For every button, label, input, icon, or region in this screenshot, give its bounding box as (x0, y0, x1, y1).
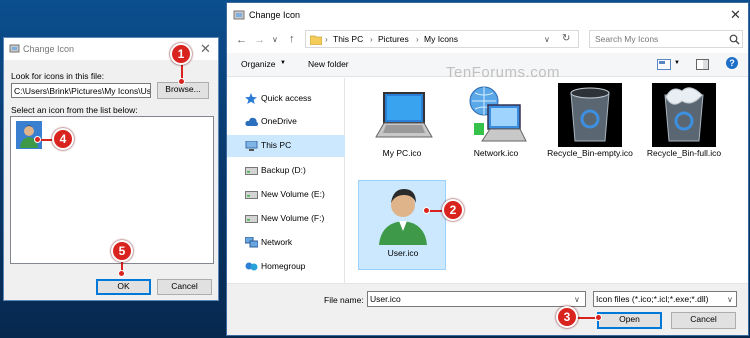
address-dropdown-icon[interactable]: ∨ (544, 35, 550, 44)
nav-item-quick-access[interactable]: Quick access (227, 88, 345, 110)
homegroup-icon (245, 262, 258, 271)
breadcrumb-separator-icon: › (325, 35, 328, 44)
file-item-user[interactable]: User.ico (358, 180, 446, 270)
file-type-dropdown-icon[interactable]: ∨ (727, 295, 733, 304)
callout-dot (34, 136, 41, 143)
open-file-dialog: Change Icon ✕ ← → ∨ ↑ › This PC › Pictur… (226, 2, 749, 336)
view-dropdown-icon[interactable]: ▼ (674, 60, 680, 66)
refresh-icon[interactable]: ↻ (562, 33, 570, 44)
list-label: Select an icon from the list below: (11, 105, 138, 115)
ok-button[interactable]: OK (96, 279, 151, 295)
up-arrow-icon[interactable]: ↑ (289, 33, 295, 45)
step-5-badge: 5 (111, 240, 133, 262)
dialog-title: Change Icon (23, 44, 75, 54)
nav-item-label: Backup (D:) (261, 165, 306, 175)
file-name: My PC.ico (382, 148, 422, 158)
nav-item-network[interactable]: Network (227, 232, 345, 254)
star-icon (245, 93, 257, 104)
file-path-field[interactable]: C:\Users\Brink\Pictures\My Icons\Use (11, 83, 151, 98)
recent-chevron-icon[interactable]: ∨ (272, 35, 278, 44)
bottom-panel: File name: User.ico ∨ Icon files (*.ico;… (227, 283, 748, 335)
back-arrow-icon[interactable]: ← (236, 34, 247, 46)
nav-item-homegroup[interactable]: Homegroup (227, 256, 345, 278)
file-item-recycle-bin-empty[interactable]: Recycle_Bin-empty.ico (546, 81, 634, 171)
step-2-badge: 2 (442, 199, 464, 221)
forward-arrow-icon[interactable]: → (254, 34, 265, 46)
title-bar (227, 3, 748, 27)
step-1-badge: 1 (170, 43, 192, 65)
breadcrumb-separator-icon: › (370, 35, 373, 44)
nav-item-label: New Volume (E:) (261, 189, 325, 199)
callout-dot (118, 270, 125, 277)
step-4-badge: 4 (52, 128, 74, 150)
search-placeholder: Search My Icons (595, 34, 659, 44)
drive-icon (245, 215, 258, 223)
nav-item-label: This PC (261, 140, 292, 150)
organize-button[interactable]: Organize (241, 59, 276, 69)
close-icon[interactable]: ✕ (730, 7, 741, 23)
user-icon (379, 189, 427, 245)
drive-icon (245, 167, 258, 175)
file-name-dropdown-icon[interactable]: ∨ (574, 295, 580, 304)
callout-dot (423, 207, 430, 214)
laptop-icon (375, 92, 433, 138)
file-item-recycle-bin-full[interactable]: Recycle_Bin-full.ico (640, 81, 728, 171)
nav-item-label: OneDrive (261, 116, 297, 126)
file-type-select[interactable]: Icon files (*.ico;*.icl;*.exe;*.dll) (593, 291, 737, 307)
file-name: Recycle_Bin-empty.ico (547, 148, 633, 158)
close-icon[interactable]: ✕ (200, 41, 211, 57)
cancel-button[interactable]: Cancel (671, 312, 736, 329)
preview-pane-icon[interactable] (696, 59, 709, 70)
file-item-network[interactable]: Network.ico (452, 81, 540, 171)
file-name-label: File name: (324, 295, 364, 305)
search-box[interactable]: Search My Icons (589, 30, 743, 48)
drive-icon (245, 191, 258, 199)
nav-item-backup-d[interactable]: Backup (D:) (227, 160, 345, 182)
nav-item-label: Network (261, 237, 293, 247)
nav-item-new-volume-e[interactable]: New Volume (E:) (227, 184, 345, 206)
recycle-bin-empty-icon (558, 83, 622, 147)
computer-icon (245, 141, 258, 151)
file-name: User.ico (387, 248, 419, 258)
dialog-icon (9, 44, 20, 53)
file-name-input[interactable]: User.ico (367, 291, 586, 307)
nav-item-label: Homegroup (261, 261, 306, 271)
nav-item-onedrive[interactable]: OneDrive (227, 111, 345, 133)
file-list[interactable]: My PC.ico Network.ico Recycle_Bin-empty.… (346, 78, 748, 283)
breadcrumb-pictures[interactable]: Pictures (378, 34, 409, 44)
callout-dot (595, 314, 602, 321)
network-globe-icon (469, 86, 527, 142)
dialog-icon (233, 10, 245, 20)
change-icon-dialog: Change Icon ✕ Look for icons in this fil… (3, 37, 219, 301)
file-item-my-pc[interactable]: My PC.ico (358, 81, 446, 171)
folder-icon (310, 35, 322, 45)
step-3-badge: 3 (556, 306, 578, 328)
breadcrumb-my-icons[interactable]: My Icons (424, 34, 458, 44)
look-label: Look for icons in this file: (11, 71, 105, 81)
cancel-button[interactable]: Cancel (157, 279, 212, 295)
organize-dropdown-icon: ▼ (280, 60, 286, 66)
search-icon (729, 34, 740, 45)
nav-item-this-pc[interactable]: This PC (227, 135, 345, 157)
nav-item-label: New Volume (F:) (261, 213, 325, 223)
new-folder-button[interactable]: New folder (308, 59, 349, 69)
user-icon[interactable] (16, 121, 42, 149)
open-button[interactable]: Open (597, 312, 662, 329)
nav-item-new-volume-f[interactable]: New Volume (F:) (227, 208, 345, 230)
dialog-title: Change Icon (249, 10, 301, 20)
address-bar[interactable]: › This PC › Pictures › My Icons ∨ ↻ (305, 30, 579, 48)
nav-item-label: Quick access (261, 93, 312, 103)
file-name: Recycle_Bin-full.ico (646, 148, 722, 158)
breadcrumb-separator-icon: › (416, 35, 419, 44)
file-name: Network.ico (473, 148, 519, 158)
callout-dot (178, 78, 185, 85)
recycle-bin-full-icon (652, 83, 716, 147)
cloud-icon (245, 117, 258, 126)
navigation-pane[interactable]: Quick access OneDrive This PC Backup (D:… (227, 78, 345, 283)
network-icon (245, 237, 258, 248)
breadcrumb-this-pc[interactable]: This PC (333, 34, 363, 44)
help-icon[interactable]: ? (726, 57, 738, 69)
view-options-icon[interactable] (657, 59, 671, 70)
